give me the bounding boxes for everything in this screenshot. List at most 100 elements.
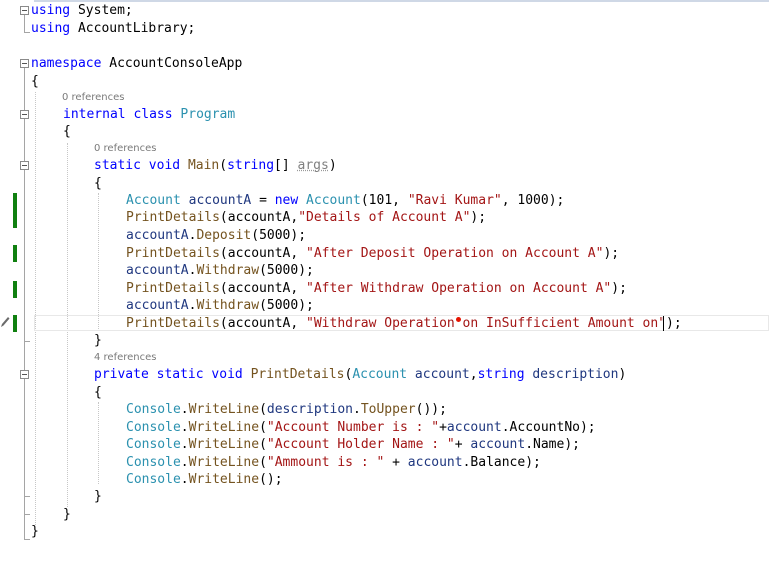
- keyword: using: [31, 21, 71, 36]
- code-text: .: [353, 402, 361, 417]
- type-name: Account: [126, 193, 181, 208]
- keyword: void: [148, 158, 181, 173]
- code-text: +: [439, 420, 447, 435]
- brace: {: [94, 385, 102, 400]
- variable-name: account: [407, 455, 463, 470]
- code-line[interactable]: {: [0, 384, 769, 401]
- string-literal: "Ravi Kumar": [407, 193, 502, 208]
- string-literal: "Account Number is : ": [266, 420, 440, 435]
- code-text: (accountA,: [219, 246, 307, 261]
- code-text: (: [259, 402, 267, 417]
- method-name: Withdraw: [196, 263, 260, 278]
- keyword: using: [31, 3, 71, 18]
- text-caret: [663, 316, 664, 331]
- code-line[interactable]: Console.WriteLine();: [0, 471, 769, 488]
- code-text: .: [180, 472, 189, 487]
- code-text: +: [384, 455, 408, 470]
- code-line[interactable]: accountA.Deposit(5000);: [0, 227, 769, 244]
- keyword: private: [94, 367, 149, 382]
- code-text: .: [180, 402, 189, 417]
- keyword: void: [211, 367, 243, 382]
- brace: {: [31, 74, 39, 89]
- code-text: (5000);: [259, 298, 314, 313]
- parameter-name: args: [297, 158, 329, 173]
- method-name: Main: [187, 158, 220, 173]
- code-line[interactable]: accountA.Withdraw(5000);: [0, 297, 769, 314]
- code-line[interactable]: Console.WriteLine("Account Holder Name :…: [0, 436, 769, 453]
- code-line[interactable]: }: [0, 506, 769, 523]
- code-text: , 1000);: [501, 193, 565, 208]
- code-line[interactable]: static void Main(string[] args): [0, 157, 769, 174]
- variable-name: account: [446, 420, 502, 435]
- variable-name: account: [470, 437, 526, 452]
- method-name: PrintDetails: [250, 367, 345, 382]
- code-editor[interactable]: 0 references 0 references 4 references u…: [0, 0, 769, 547]
- brace: }: [94, 489, 102, 504]
- code-line[interactable]: {: [0, 73, 769, 90]
- code-line[interactable]: PrintDetails(accountA, "After Withdraw O…: [0, 280, 769, 297]
- code-text: (: [259, 437, 267, 452]
- type-name: Console: [126, 437, 181, 452]
- code-text: );: [611, 281, 627, 296]
- string-literal: "Ammount is : ": [266, 455, 385, 470]
- code-line[interactable]: PrintDetails(accountA,"Details of Accoun…: [0, 209, 769, 226]
- variable-name: accountA: [126, 298, 189, 313]
- codelens-references[interactable]: 0 references: [94, 142, 157, 156]
- brace: }: [94, 333, 102, 348]
- keyword: class: [133, 107, 173, 122]
- code-line[interactable]: Account accountA = new Account(101, "Rav…: [0, 192, 769, 209]
- keyword: string: [477, 367, 525, 382]
- brace: {: [94, 176, 102, 191]
- code-line[interactable]: }: [0, 332, 769, 349]
- method-name: PrintDetails: [126, 246, 220, 261]
- code-line[interactable]: }: [0, 523, 769, 540]
- keyword: new: [274, 193, 299, 208]
- code-text: ,: [469, 367, 478, 382]
- keyword: string: [227, 158, 275, 173]
- code-line-current[interactable]: PrintDetails(accountA, "Withdraw Operati…: [0, 315, 769, 332]
- code-text: AccountConsoleApp: [101, 56, 243, 71]
- method-name: WriteLine: [188, 455, 260, 470]
- code-line[interactable]: Console.WriteLine(description.ToUpper())…: [0, 401, 769, 418]
- code-line[interactable]: PrintDetails(accountA, "After Deposit Op…: [0, 245, 769, 262]
- code-line[interactable]: {: [0, 175, 769, 192]
- type-name: Console: [126, 420, 181, 435]
- code-line[interactable]: namespace AccountConsoleApp: [0, 55, 769, 72]
- code-line[interactable]: }: [0, 488, 769, 505]
- variable-name: accountA: [126, 263, 189, 278]
- code-text: .Name);: [525, 437, 580, 452]
- type-name: Console: [126, 472, 181, 487]
- string-literal: "After Deposit Operation on Account A": [306, 246, 604, 261]
- string-literal: "Details of Account A": [298, 210, 471, 225]
- code-text: (accountA,: [219, 281, 307, 296]
- brace: }: [31, 524, 39, 539]
- code-line[interactable]: Console.WriteLine("Ammount is : " + acco…: [0, 454, 769, 471]
- code-text: .Balance);: [462, 455, 541, 470]
- code-line[interactable]: Console.WriteLine("Account Number is : "…: [0, 419, 769, 436]
- code-line[interactable]: {: [0, 123, 769, 140]
- codelens-references[interactable]: 0 references: [62, 91, 125, 105]
- code-text: (accountA,: [219, 210, 299, 225]
- code-line[interactable]: using System;: [0, 2, 769, 19]
- variable-name: accountA: [180, 193, 252, 208]
- method-name: WriteLine: [188, 402, 260, 417]
- code-text: );: [603, 246, 620, 261]
- code-text: (5000);: [251, 228, 307, 243]
- code-text: .: [180, 455, 189, 470]
- code-text: );: [470, 210, 487, 225]
- code-text: .AccountNo);: [501, 420, 596, 435]
- codelens-references[interactable]: 4 references: [94, 351, 157, 365]
- method-name: PrintDetails: [126, 210, 220, 225]
- string-literal: "Withdraw Operation on InSufficient Amou…: [306, 316, 667, 331]
- code-text: (accountA,: [219, 316, 307, 331]
- method-name: WriteLine: [188, 472, 260, 487]
- brace: }: [63, 507, 71, 522]
- method-name: WriteLine: [188, 420, 260, 435]
- code-line[interactable]: private static void PrintDetails(Account…: [0, 366, 769, 383]
- code-text: ): [328, 158, 337, 173]
- code-line[interactable]: using AccountLibrary;: [0, 20, 769, 37]
- code-line[interactable]: accountA.Withdraw(5000);: [0, 262, 769, 279]
- type-name: Program: [180, 107, 236, 122]
- code-line[interactable]: internal class Program: [0, 106, 769, 123]
- code-text: []: [274, 158, 298, 173]
